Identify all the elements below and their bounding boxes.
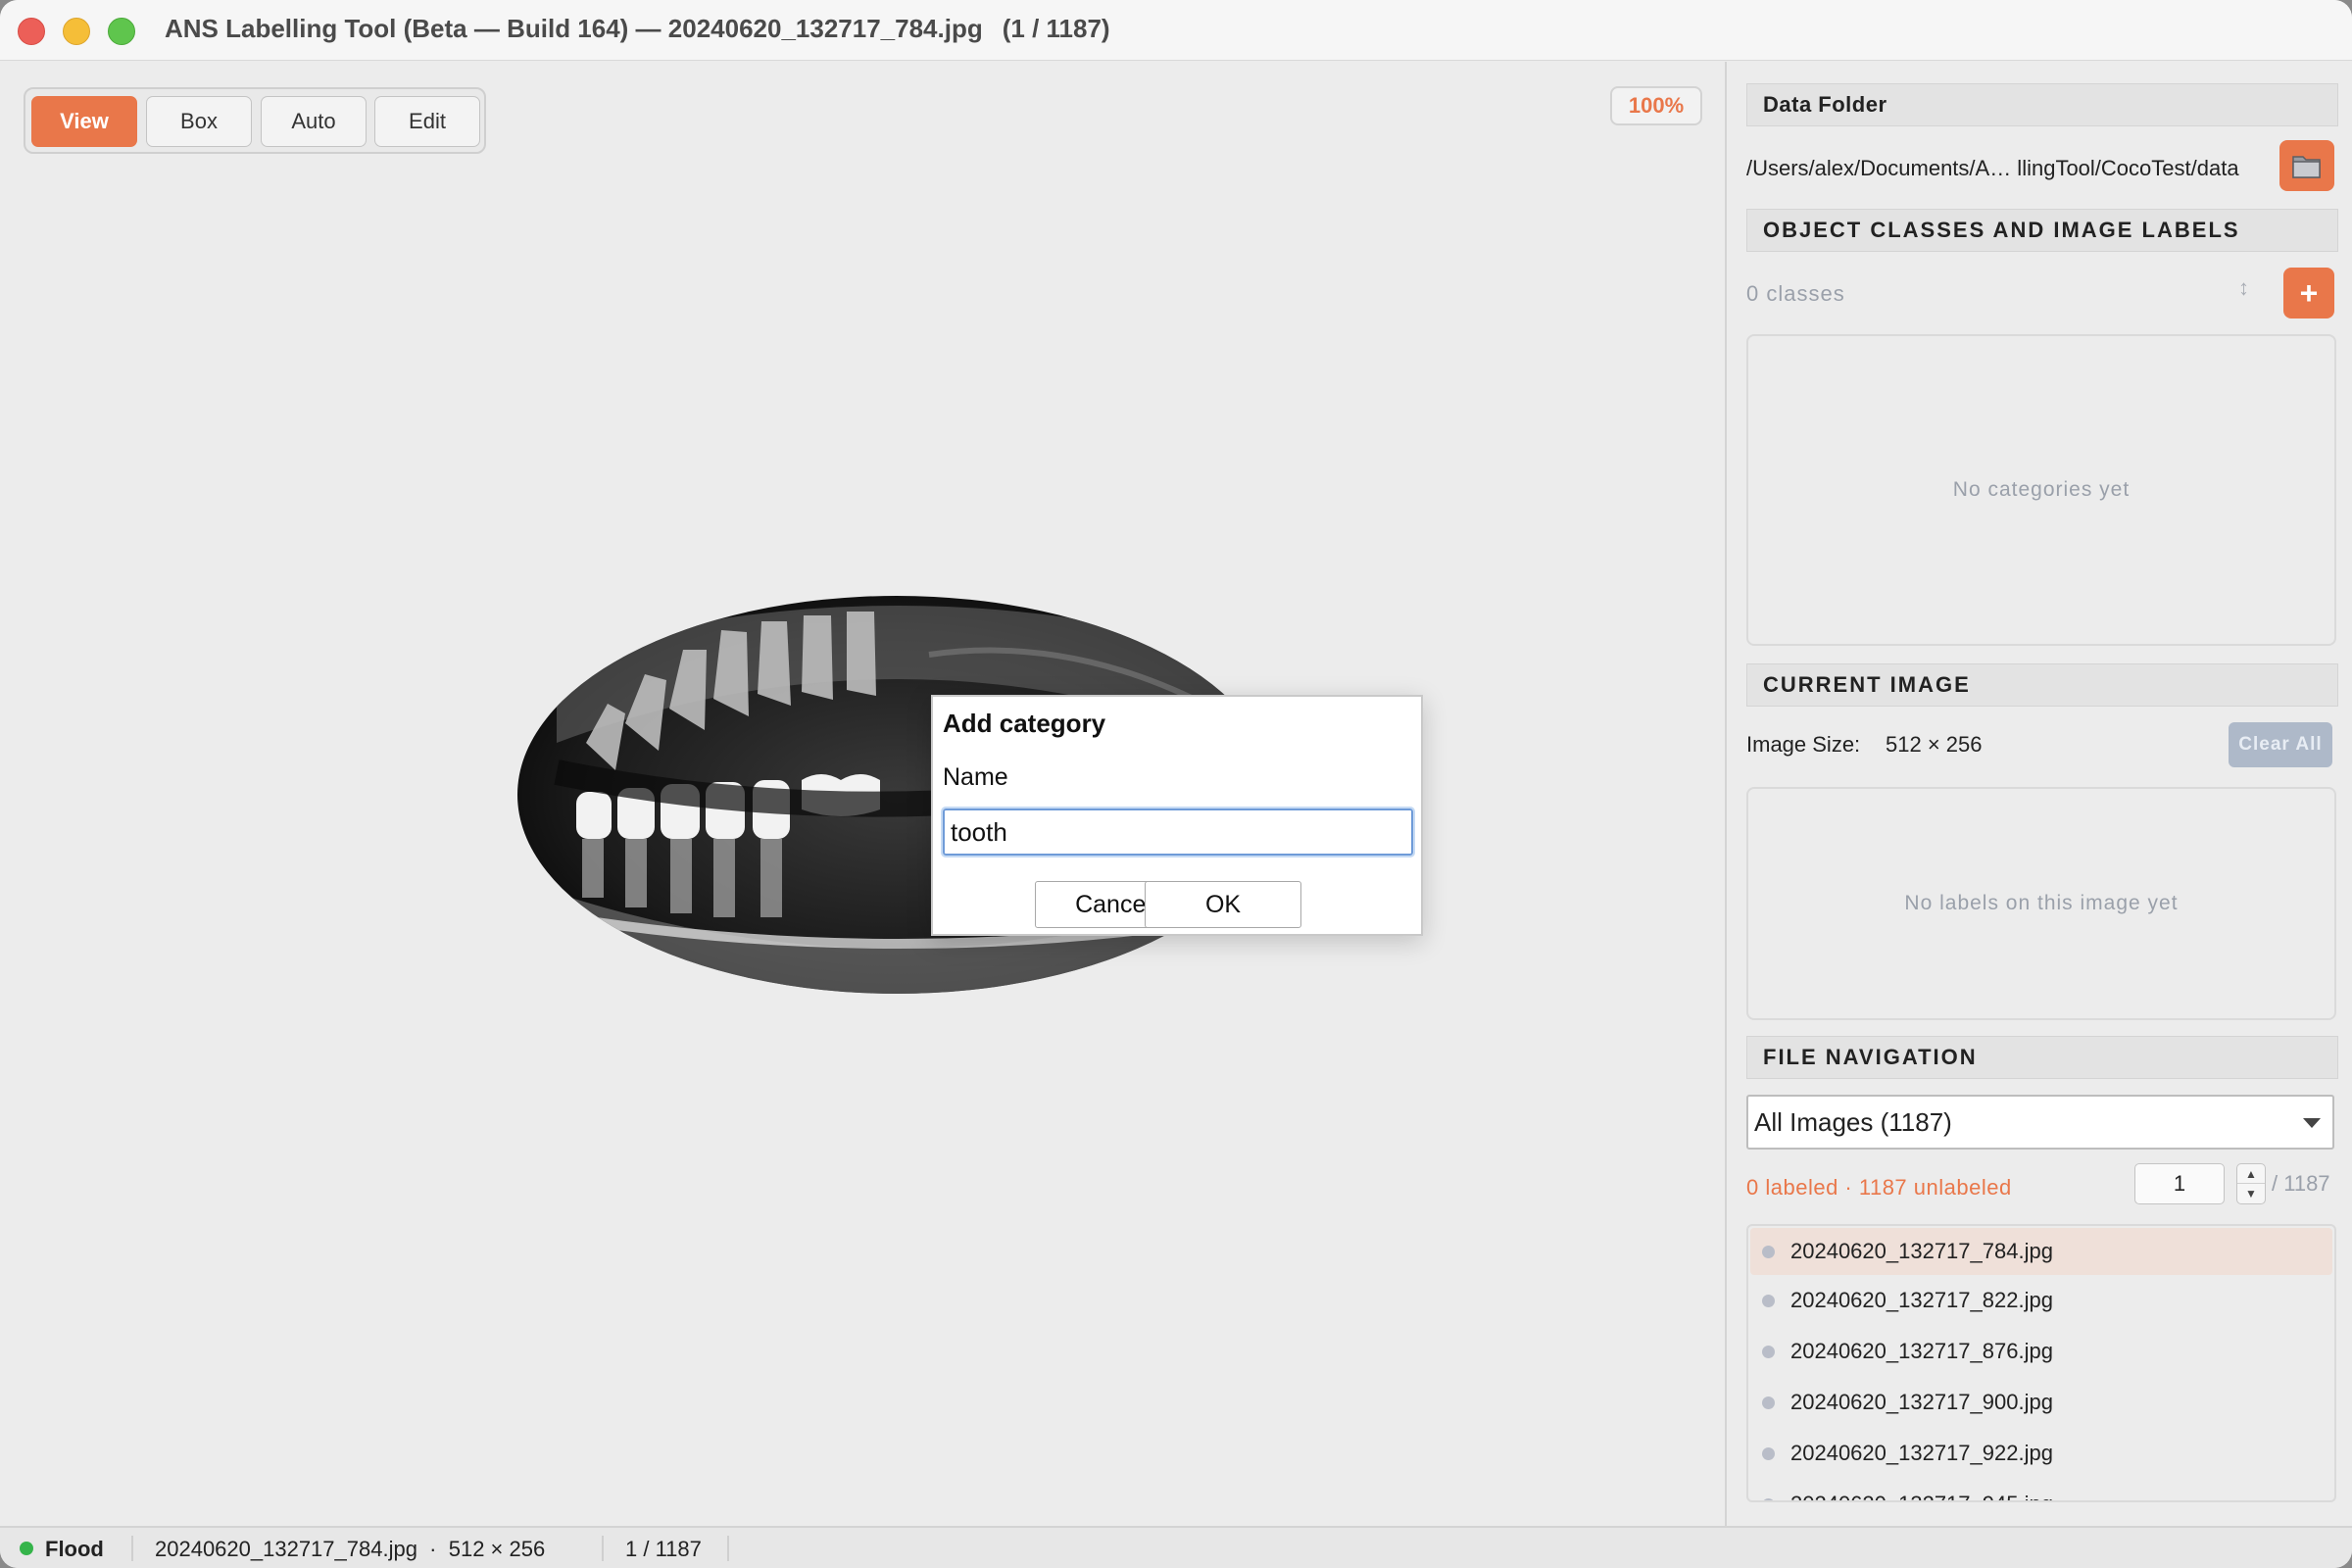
file-name: 20240620_132717_945.jpg — [1790, 1492, 2053, 1500]
box-mode-button[interactable]: Box — [146, 96, 252, 147]
image-canvas[interactable]: View Box Auto Edit 100% — [0, 62, 1725, 1526]
object-classes-header: OBJECT CLASSES AND IMAGE LABELS — [1746, 209, 2338, 252]
stepper-up-icon[interactable]: ▲ — [2237, 1164, 2265, 1184]
choose-folder-button[interactable] — [2279, 140, 2334, 191]
image-size-label: Image Size: — [1746, 732, 1861, 757]
status-divider — [131, 1536, 133, 1561]
file-list-item[interactable]: 20240620_132717_876.jpg — [1750, 1328, 2332, 1375]
status-divider — [727, 1536, 729, 1561]
file-name: 20240620_132717_922.jpg — [1790, 1441, 2053, 1465]
status-dot-icon — [1762, 1245, 1775, 1258]
title-bar: ANS Labelling Tool (Beta — Build 164) — … — [0, 0, 2352, 61]
status-dot-icon — [1762, 1294, 1775, 1307]
classes-count: 0 classes — [1746, 281, 1845, 306]
window-title: ANS Labelling Tool (Beta — Build 164) — … — [165, 14, 1110, 44]
sort-icon[interactable]: ↕ — [2238, 275, 2249, 301]
status-dot-icon — [1762, 1497, 1775, 1500]
add-class-button[interactable]: + — [2283, 268, 2334, 318]
window-title-count: (1 / 1187) — [1002, 14, 1110, 43]
file-list-item[interactable]: 20240620_132717_822.jpg — [1750, 1277, 2332, 1324]
status-mode: Flood — [45, 1537, 104, 1561]
name-field-label: Name — [943, 763, 1008, 791]
ok-button[interactable]: OK — [1145, 881, 1301, 928]
status-dot-icon — [1762, 1345, 1775, 1358]
chevron-down-icon — [2303, 1118, 2321, 1128]
page-number-input[interactable] — [2134, 1163, 2225, 1204]
image-labels-list: No labels on this image yet — [1746, 787, 2336, 1020]
category-name-input[interactable] — [941, 807, 1415, 858]
zoom-level-badge[interactable]: 100% — [1610, 86, 1702, 125]
image-size-value: 512 × 256 — [1886, 732, 1983, 757]
edit-mode-button[interactable]: Edit — [374, 96, 480, 147]
classes-empty-text: No categories yet — [1952, 478, 2131, 501]
window-title-text: ANS Labelling Tool (Beta — Build 164) — … — [165, 14, 983, 43]
file-list-item[interactable]: 20240620_132717_784.jpg — [1750, 1228, 2332, 1275]
status-dot-icon — [1762, 1396, 1775, 1409]
file-list-item[interactable]: 20240620_132717_922.jpg — [1750, 1430, 2332, 1477]
minimize-window-button[interactable] — [63, 18, 90, 45]
labels-empty-text: No labels on this image yet — [1904, 892, 2179, 914]
stepper-down-icon[interactable]: ▼ — [2237, 1184, 2265, 1203]
file-name: 20240620_132717_900.jpg — [1790, 1390, 2053, 1414]
file-name: 20240620_132717_876.jpg — [1790, 1339, 2053, 1363]
status-divider — [602, 1536, 604, 1561]
file-list[interactable]: 20240620_132717_784.jpg 20240620_132717_… — [1746, 1224, 2336, 1502]
dialog-title: Add category — [943, 709, 1106, 738]
folder-icon — [2292, 156, 2321, 178]
labeled-status: 0 labeled · 1187 unlabeled — [1746, 1175, 2012, 1200]
file-navigation-header: FILE NAVIGATION — [1746, 1036, 2338, 1079]
status-indicator-icon — [20, 1542, 33, 1555]
status-dot-icon — [1762, 1446, 1775, 1460]
classes-list: No categories yet — [1746, 334, 2336, 646]
maximize-window-button[interactable] — [108, 18, 135, 45]
file-name: 20240620_132717_822.jpg — [1790, 1288, 2053, 1312]
status-page: 1 / 1187 — [625, 1537, 702, 1561]
file-list-item[interactable]: 20240620_132717_945.jpg — [1750, 1481, 2332, 1500]
page-stepper[interactable]: ▲ ▼ — [2236, 1163, 2266, 1204]
right-sidebar: Data Folder /Users/alex/Documents/A… lli… — [1725, 62, 2352, 1526]
view-mode-button[interactable]: View — [31, 96, 137, 147]
file-name: 20240620_132717_784.jpg — [1790, 1239, 2053, 1263]
app-window: ANS Labelling Tool (Beta — Build 164) — … — [0, 0, 2352, 1568]
mode-toolbar: View Box Auto Edit — [24, 87, 486, 154]
status-file-info: 20240620_132717_784.jpg · 512 × 256 — [155, 1537, 546, 1561]
file-list-item[interactable]: 20240620_132717_900.jpg — [1750, 1379, 2332, 1426]
data-folder-header: Data Folder — [1746, 83, 2338, 126]
status-bar: Flood 20240620_132717_784.jpg · 512 × 25… — [0, 1526, 2352, 1568]
clear-all-button[interactable]: Clear All — [2229, 722, 2332, 767]
image-filter-select[interactable]: All Images (1187) — [1746, 1095, 2334, 1150]
image-filter-value: All Images (1187) — [1754, 1106, 1952, 1137]
add-category-dialog: Add category Name Cancel OK — [931, 695, 1423, 936]
close-window-button[interactable] — [18, 18, 45, 45]
auto-mode-button[interactable]: Auto — [261, 96, 367, 147]
data-folder-path: /Users/alex/Documents/A… llingTool/CocoT… — [1746, 156, 2239, 180]
page-total: / 1187 — [2272, 1171, 2330, 1196]
current-image-header: CURRENT IMAGE — [1746, 663, 2338, 707]
